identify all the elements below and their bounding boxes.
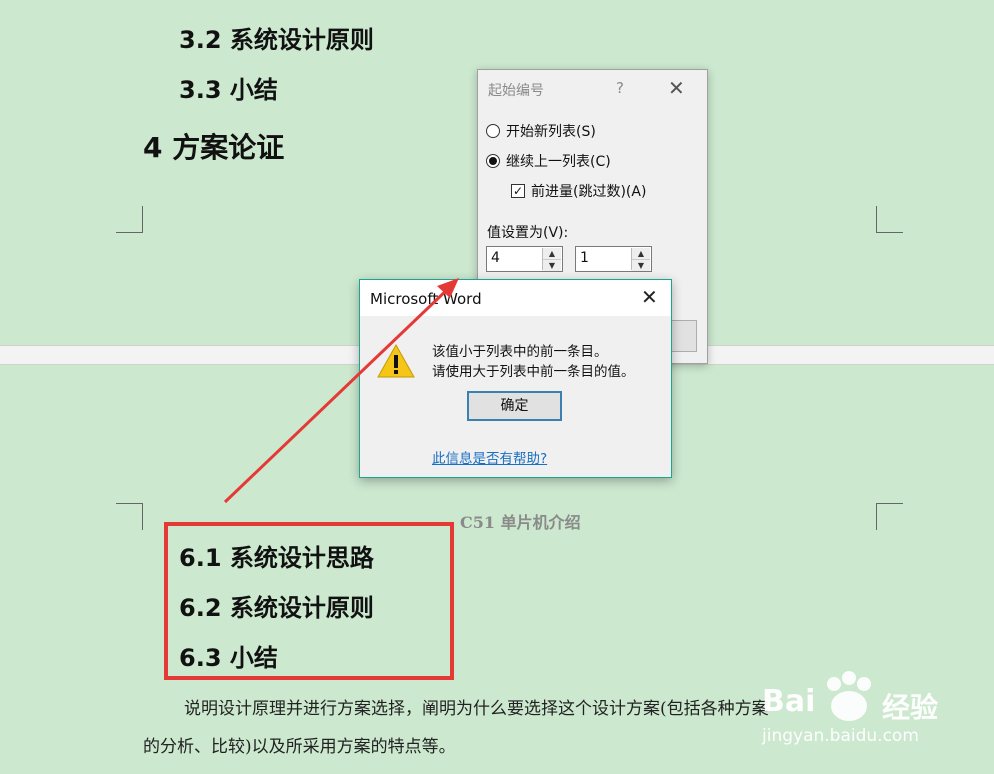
body-paragraph-line[interactable]: 的分析、比较)以及所采用方案的特点等。 xyxy=(143,732,456,757)
page-margin-corner xyxy=(116,503,143,530)
paw-icon xyxy=(827,671,871,721)
dialog-titlebar: Microsoft Word ✕ xyxy=(360,280,671,316)
page-margin-corner xyxy=(876,206,903,233)
watermark-brand: Bai xyxy=(762,684,816,719)
watermark-url: jingyan.baidu.com xyxy=(762,726,919,746)
dialog-button[interactable] xyxy=(672,320,697,352)
radio-circle[interactable] xyxy=(486,124,500,138)
secondary-spinner[interactable]: 1 ▲ ▼ xyxy=(575,246,652,272)
baidu-jingyan-watermark: Bai 经验 jingyan.baidu.com xyxy=(752,668,992,770)
word-alert-dialog: Microsoft Word ✕ 该值小于列表中的前一条目。 请使用大于列表中前… xyxy=(359,279,672,478)
warning-icon xyxy=(377,343,415,378)
dialog-title: Microsoft Word xyxy=(370,290,482,308)
highlight-box xyxy=(164,522,454,680)
value-input[interactable]: 4 xyxy=(491,250,500,266)
checkbox-label: 前进量(跳过数)(A) xyxy=(531,184,647,200)
value-spinner[interactable]: 4 ▲ ▼ xyxy=(486,246,563,272)
radio-circle[interactable] xyxy=(486,154,500,168)
page-margin-corner xyxy=(116,206,143,233)
value-label: 值设置为(V): xyxy=(487,225,569,241)
body-paragraph-line[interactable]: 说明设计原理并进行方案选择，阐明为什么要选择这个设计方案(包括各种方案 xyxy=(184,694,769,719)
heading-4[interactable]: 4 方案论证 xyxy=(143,126,284,166)
help-feedback-link[interactable]: 此信息是否有帮助? xyxy=(432,447,547,467)
radio-label: 继续上一列表(C) xyxy=(506,154,611,170)
checkbox-checked-icon[interactable]: ✓ xyxy=(511,184,525,198)
heading-3-2[interactable]: 3.2 系统设计原则 xyxy=(179,20,374,55)
page-header-text: C51 单片机介绍 xyxy=(460,513,581,532)
radio-start-new-list[interactable]: 开始新列表(S) xyxy=(486,121,596,141)
spin-down-icon[interactable]: ▼ xyxy=(543,260,561,271)
help-icon[interactable]: ? xyxy=(616,79,624,97)
page-margin-corner xyxy=(876,503,903,530)
heading-3-3[interactable]: 3.3 小结 xyxy=(179,70,278,105)
checkbox-advance[interactable]: ✓ 前进量(跳过数)(A) xyxy=(511,181,646,201)
spin-up-icon[interactable]: ▲ xyxy=(543,248,561,260)
radio-continue-list[interactable]: 继续上一列表(C) xyxy=(486,151,611,171)
watermark-brand-cn: 经验 xyxy=(882,691,939,724)
spin-up-icon[interactable]: ▲ xyxy=(632,248,650,260)
value-input[interactable]: 1 xyxy=(580,250,589,266)
close-icon[interactable]: ✕ xyxy=(641,285,658,309)
alert-message: 请使用大于列表中前一条目的值。 xyxy=(432,364,635,380)
ok-button[interactable]: 确定 xyxy=(467,391,562,421)
close-icon[interactable]: ✕ xyxy=(668,76,685,100)
dialog-title: 起始编号 xyxy=(488,83,544,99)
radio-label: 开始新列表(S) xyxy=(506,124,596,140)
alert-message: 该值小于列表中的前一条目。 xyxy=(432,344,608,360)
spin-down-icon[interactable]: ▼ xyxy=(632,260,650,271)
